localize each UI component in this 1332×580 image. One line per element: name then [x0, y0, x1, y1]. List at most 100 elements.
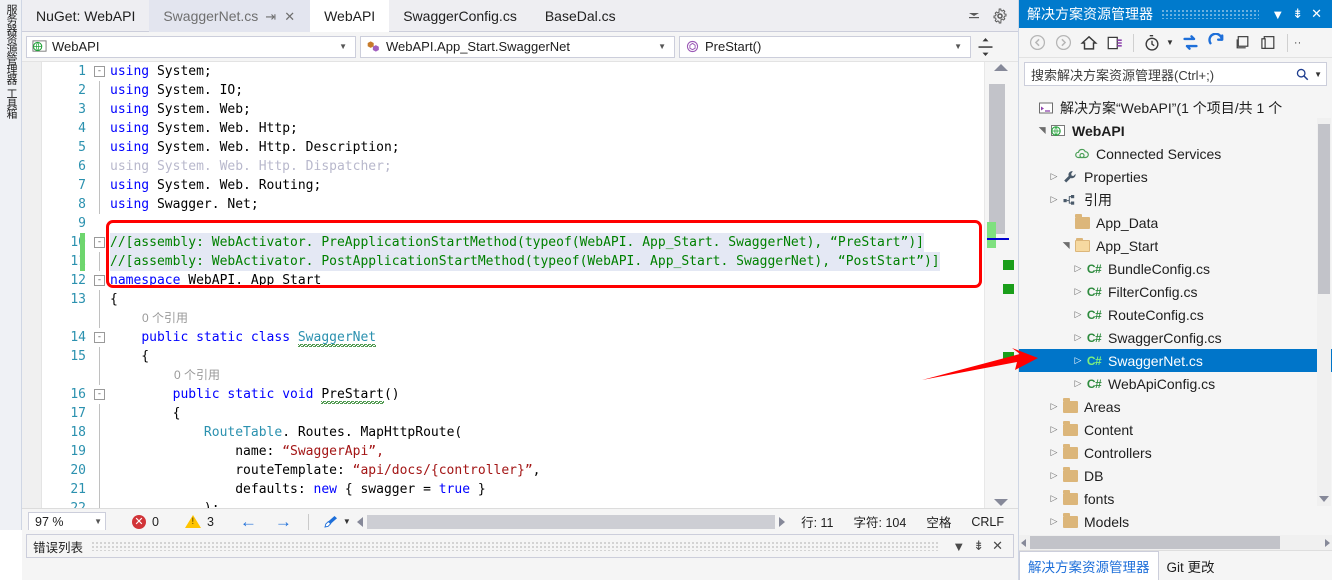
forward-icon[interactable] [1051, 31, 1075, 55]
chevron-collapsed-icon[interactable]: ▷ [1071, 355, 1085, 366]
tab-nuget-webapi[interactable]: NuGet: WebAPI [22, 0, 149, 32]
member-dropdown[interactable]: PreStart() ▼ [679, 35, 971, 58]
refresh-icon[interactable] [1205, 31, 1229, 55]
sync-icon[interactable] [1179, 31, 1203, 55]
code-line[interactable]: 15 { [42, 347, 984, 366]
collapse-region-icon[interactable]: - [94, 275, 105, 286]
tree-item[interactable]: ▷ Models [1019, 510, 1332, 528]
chevron-down-icon[interactable]: ▼ [1310, 70, 1322, 79]
chevron-expanded-icon[interactable]: ◢ [1037, 124, 1048, 138]
collapse-region-icon[interactable]: - [94, 332, 105, 343]
collapse-region-icon[interactable]: - [94, 66, 105, 77]
tree-item[interactable]: ◢ App_Start [1019, 234, 1332, 257]
scroll-down-icon[interactable] [994, 499, 1008, 506]
tree-item[interactable]: 解决方案“WebAPI”(1 个项目/共 1 个 [1019, 96, 1332, 119]
navigate-backward-icon[interactable]: ← [240, 513, 257, 530]
code-text-area[interactable]: 1- using System; 2 using System. IO; 3 using … [42, 62, 984, 508]
tree-item[interactable]: ▷ fonts [1019, 487, 1332, 510]
code-line[interactable]: 7 using System. Web. Routing; [42, 176, 984, 195]
code-line[interactable]: 5 using System. Web. Http. Description; [42, 138, 984, 157]
collapse-all-icon[interactable] [1231, 31, 1255, 55]
code-line[interactable]: 6 using System. Web. Http. Dispatcher; [42, 157, 984, 176]
search-icon[interactable] [1295, 67, 1310, 82]
pin-icon[interactable]: ⇟ [1288, 6, 1307, 22]
tab-swaggernet-cs[interactable]: SwaggerNet.cs ⇥ ✕ [149, 0, 311, 32]
code-line[interactable]: 20 routeTemplate: “api/docs/{controller}… [42, 461, 984, 480]
tree-item[interactable]: ▷ Properties [1019, 165, 1332, 188]
solution-explorer-title-bar[interactable]: 解决方案资源管理器 ▼ ⇟ ✕ [1019, 0, 1332, 28]
dock-tab-toolbox[interactable]: 工具箱 [0, 84, 21, 118]
collapse-region-icon[interactable]: - [94, 389, 105, 400]
code-line[interactable]: 19 name: “SwaggerApi”, [42, 442, 984, 461]
tab-swaggerconfig-cs[interactable]: SwaggerConfig.cs [389, 0, 531, 32]
chevron-collapsed-icon[interactable]: ▷ [1047, 470, 1061, 481]
scroll-up-icon[interactable] [994, 64, 1008, 71]
scroll-down-icon[interactable] [1319, 496, 1329, 502]
back-icon[interactable] [1025, 31, 1049, 55]
code-line[interactable]: 2 using System. IO; [42, 81, 984, 100]
scrollbar-thumb[interactable] [1030, 536, 1280, 549]
code-line[interactable]: 4 using System. Web. Http; [42, 119, 984, 138]
overflow-icon[interactable]: ·· [1294, 37, 1301, 49]
code-line[interactable]: 18 RouteTable. Routes. MapHttpRoute( [42, 423, 984, 442]
hscroll-thumb[interactable] [366, 514, 776, 529]
home-icon[interactable] [1077, 31, 1101, 55]
pin-icon[interactable]: ⇟ [969, 538, 988, 554]
chevron-collapsed-icon[interactable]: ▷ [1047, 493, 1061, 504]
tree-item-selected[interactable]: ▷ C# SwaggerNet.cs [1019, 349, 1332, 372]
split-view-icon[interactable] [977, 37, 994, 57]
solution-tree[interactable]: 解决方案“WebAPI”(1 个项目/共 1 个 ◢ WebAPI Connected… [1019, 96, 1332, 528]
history-icon[interactable] [1140, 31, 1164, 55]
warning-count-indicator[interactable]: 3 [184, 515, 214, 529]
tree-item[interactable]: App_Data [1019, 211, 1332, 234]
chevron-down-icon[interactable] [966, 8, 982, 24]
chevron-down-icon[interactable]: ▼ [1166, 38, 1177, 47]
tab-webapi[interactable]: WebAPI [310, 0, 390, 32]
scroll-left-icon[interactable] [1021, 539, 1026, 547]
code-line[interactable]: 13 { [42, 290, 984, 309]
chevron-collapsed-icon[interactable]: ▷ [1047, 171, 1061, 182]
tree-item[interactable]: ▷ Areas [1019, 395, 1332, 418]
chevron-collapsed-icon[interactable]: ▷ [1047, 447, 1061, 458]
drag-handle[interactable] [91, 541, 941, 551]
tree-item[interactable]: ▷ 引用 [1019, 188, 1332, 211]
scroll-right-icon[interactable] [1325, 539, 1330, 547]
code-line[interactable]: 3 using System. Web; [42, 100, 984, 119]
gear-icon[interactable] [992, 8, 1008, 24]
chevron-collapsed-icon[interactable]: ▷ [1047, 424, 1061, 435]
code-line[interactable]: 16- public static void PreStart() [42, 385, 984, 404]
tab-solution-explorer[interactable]: 解决方案资源管理器 [1019, 551, 1159, 580]
code-line[interactable]: 22 ); [42, 499, 984, 508]
chevron-down-icon[interactable]: ▼ [946, 42, 968, 51]
chevron-collapsed-icon[interactable]: ▷ [1071, 263, 1085, 274]
chevron-collapsed-icon[interactable]: ▷ [1071, 378, 1085, 389]
project-dropdown[interactable]: WebAPI ▼ [26, 35, 356, 58]
chevron-expanded-icon[interactable]: ◢ [1061, 239, 1072, 253]
code-line[interactable]: 8 using Swagger. Net; [42, 195, 984, 214]
close-icon[interactable]: ✕ [1307, 6, 1326, 22]
tree-item[interactable]: ▷ DB [1019, 464, 1332, 487]
error-list-header[interactable]: 错误列表 ▼ ⇟ ✕ [26, 534, 1014, 558]
chevron-collapsed-icon[interactable]: ▷ [1047, 516, 1061, 527]
tree-item[interactable]: ▷ C# RouteConfig.cs [1019, 303, 1332, 326]
code-line[interactable]: 21 defaults: new { swagger = true } [42, 480, 984, 499]
tab-basedal-cs[interactable]: BaseDal.cs [531, 0, 630, 32]
scrollbar-thumb[interactable] [1318, 124, 1330, 294]
tree-item[interactable]: ▷ Controllers [1019, 441, 1332, 464]
chevron-collapsed-icon[interactable]: ▷ [1071, 309, 1085, 320]
tree-item[interactable]: ◢ WebAPI [1019, 119, 1332, 142]
chevron-down-icon[interactable]: ▼ [948, 539, 969, 554]
editor-horizontal-scrollbar[interactable] [356, 514, 786, 529]
tree-item[interactable]: ▷ C# SwaggerConfig.cs [1019, 326, 1332, 349]
properties-icon[interactable] [1257, 31, 1281, 55]
chevron-down-icon[interactable]: ▼ [1267, 7, 1288, 22]
clear-formatting-icon[interactable]: ▼ [323, 514, 351, 530]
chevron-down-icon[interactable]: ▼ [343, 517, 351, 526]
close-icon[interactable]: ✕ [283, 10, 296, 23]
chevron-down-icon[interactable]: ▼ [94, 517, 102, 526]
tab-git-changes[interactable]: Git 更改 [1159, 551, 1223, 580]
chevron-collapsed-icon[interactable]: ▷ [1071, 286, 1085, 297]
pin-icon[interactable]: ⇥ [264, 10, 277, 23]
navigate-forward-icon[interactable]: → [275, 513, 292, 530]
code-line[interactable]: 11//[assembly: WebActivator. PostApplica… [42, 252, 984, 271]
